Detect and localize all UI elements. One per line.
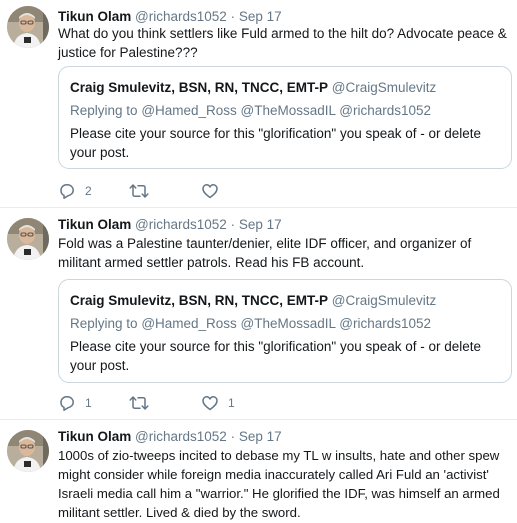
quoted-author-name: Craig Smulevitz, BSN, RN, TNCC, EMT-P (70, 80, 329, 95)
replying-to-mentions: @Hamed_Ross @TheMossadIL @richards1052 (141, 316, 432, 331)
quoted-author-name: Craig Smulevitz, BSN, RN, TNCC, EMT-P (70, 293, 329, 308)
tweet-text: What do you think settlers like Fuld arm… (58, 26, 507, 60)
avatar[interactable] (7, 430, 49, 472)
reply-count: 1 (85, 396, 92, 410)
avatar[interactable] (7, 218, 49, 260)
quoted-author-handle: @CraigSmulevitz (331, 80, 437, 95)
retweet-icon (129, 182, 149, 200)
avatar[interactable] (7, 6, 49, 48)
tweet-date[interactable]: Sep 17 (239, 429, 282, 444)
divider (0, 419, 517, 420)
tweet-header: Tikun Olam @richards1052 · Sep 17 (58, 429, 282, 445)
author-handle[interactable]: @richards1052 (135, 217, 227, 232)
replying-to-label: Replying to (70, 316, 138, 331)
quoted-tweet[interactable]: Craig Smulevitz, BSN, RN, TNCC, EMT-P @C… (58, 66, 512, 169)
replying-to-label: Replying to (70, 103, 138, 118)
heart-icon (201, 394, 219, 412)
retweet-button[interactable] (129, 394, 158, 412)
tweet-header: Tikun Olam @richards1052 · Sep 17 (58, 9, 282, 25)
heart-icon (201, 182, 219, 200)
tweet-header: Tikun Olam @richards1052 · Sep 17 (58, 217, 282, 233)
reply-button[interactable]: 2 (58, 182, 92, 200)
quoted-text: Please cite your source for this "glorif… (70, 126, 482, 160)
tweet-text: Fold was a Palestine taunter/denier, eli… (58, 236, 472, 270)
quoted-author-handle: @CraigSmulevitz (331, 293, 437, 308)
quoted-header: Craig Smulevitz, BSN, RN, TNCC, EMT-P @C… (70, 80, 436, 95)
author-handle[interactable]: @richards1052 (135, 429, 227, 444)
reply-icon (58, 182, 76, 200)
like-button[interactable] (201, 182, 228, 200)
replying-to-mentions: @Hamed_Ross @TheMossadIL @richards1052 (141, 103, 432, 118)
author-name[interactable]: Tikun Olam (58, 9, 131, 24)
like-count: 1 (228, 396, 235, 410)
reply-button[interactable]: 1 (58, 394, 92, 412)
quoted-text: Please cite your source for this "glorif… (70, 339, 482, 373)
separator-dot: · (230, 217, 236, 232)
tweet-date[interactable]: Sep 17 (239, 217, 282, 232)
replying-to: Replying to @Hamed_Ross @TheMossadIL @ri… (70, 103, 431, 118)
quoted-tweet[interactable]: Craig Smulevitz, BSN, RN, TNCC, EMT-P @C… (58, 279, 512, 383)
author-handle[interactable]: @richards1052 (135, 9, 227, 24)
tweet-text: 1000s of zio-tweeps incited to debase my… (58, 448, 500, 520)
author-name[interactable]: Tikun Olam (58, 429, 131, 444)
like-button[interactable]: 1 (201, 394, 235, 412)
reply-count: 2 (85, 184, 92, 198)
tweet-date[interactable]: Sep 17 (239, 9, 282, 24)
quoted-header: Craig Smulevitz, BSN, RN, TNCC, EMT-P @C… (70, 293, 436, 308)
replying-to: Replying to @Hamed_Ross @TheMossadIL @ri… (70, 316, 431, 331)
separator-dot: · (230, 9, 236, 24)
divider (0, 207, 517, 208)
retweet-icon (129, 394, 149, 412)
reply-icon (58, 394, 76, 412)
author-name[interactable]: Tikun Olam (58, 217, 131, 232)
retweet-button[interactable] (129, 182, 158, 200)
separator-dot: · (230, 429, 236, 444)
